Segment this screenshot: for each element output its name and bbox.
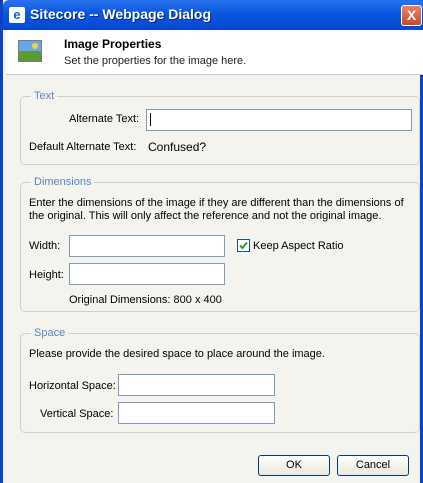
dimensions-group: Dimensions Enter the dimensions of the i… (20, 176, 420, 312)
text-group-legend: Text (31, 90, 58, 102)
alt-text-input[interactable] (146, 109, 412, 131)
keep-aspect-label[interactable]: Keep Aspect Ratio (253, 240, 344, 252)
width-input[interactable] (69, 235, 225, 257)
image-icon (18, 40, 42, 62)
dimensions-group-legend: Dimensions (31, 176, 95, 188)
keep-aspect-checkbox[interactable] (237, 239, 250, 252)
text-caret (150, 113, 151, 126)
original-dimensions: Original Dimensions: 800 x 400 (69, 294, 222, 306)
cancel-button[interactable]: Cancel (337, 455, 409, 476)
height-input[interactable] (69, 263, 225, 285)
width-label: Width: (29, 240, 61, 252)
space-description: Please provide the desired space to plac… (29, 348, 325, 360)
dimensions-description-line1: Enter the dimensions of the image if the… (29, 197, 404, 209)
height-label: Height: (29, 269, 64, 281)
title-bar[interactable]: e Sitecore -- Webpage Dialog X (3, 0, 423, 30)
vspace-input[interactable] (118, 402, 275, 424)
dimensions-description-line2: the original. This will only affect the … (29, 210, 382, 222)
window-title: Sitecore -- Webpage Dialog (30, 6, 211, 22)
text-group: Text Alternate Text: Default Alternate T… (20, 90, 420, 165)
default-alt-text-label: Default Alternate Text: (29, 141, 137, 153)
alt-text-label: Alternate Text: (69, 113, 140, 125)
hspace-input[interactable] (118, 374, 275, 396)
dialog-header: Image Properties Set the properties for … (6, 30, 423, 75)
close-button[interactable]: X (401, 5, 422, 26)
checkmark-icon (239, 241, 248, 250)
dialog-heading: Image Properties (64, 37, 162, 51)
ok-button[interactable]: OK (258, 455, 330, 476)
space-group-legend: Space (31, 327, 69, 339)
space-group: Space Please provide the desired space t… (20, 327, 420, 433)
dialog-subheading: Set the properties for the image here. (64, 55, 247, 67)
hspace-label: Horizontal Space: (29, 380, 116, 392)
ie-icon: e (9, 7, 25, 23)
dialog-window: e Sitecore -- Webpage Dialog X Image Pro… (0, 0, 423, 483)
vspace-label: Vertical Space: (40, 408, 114, 420)
default-alt-text-value: Confused? (148, 140, 207, 154)
